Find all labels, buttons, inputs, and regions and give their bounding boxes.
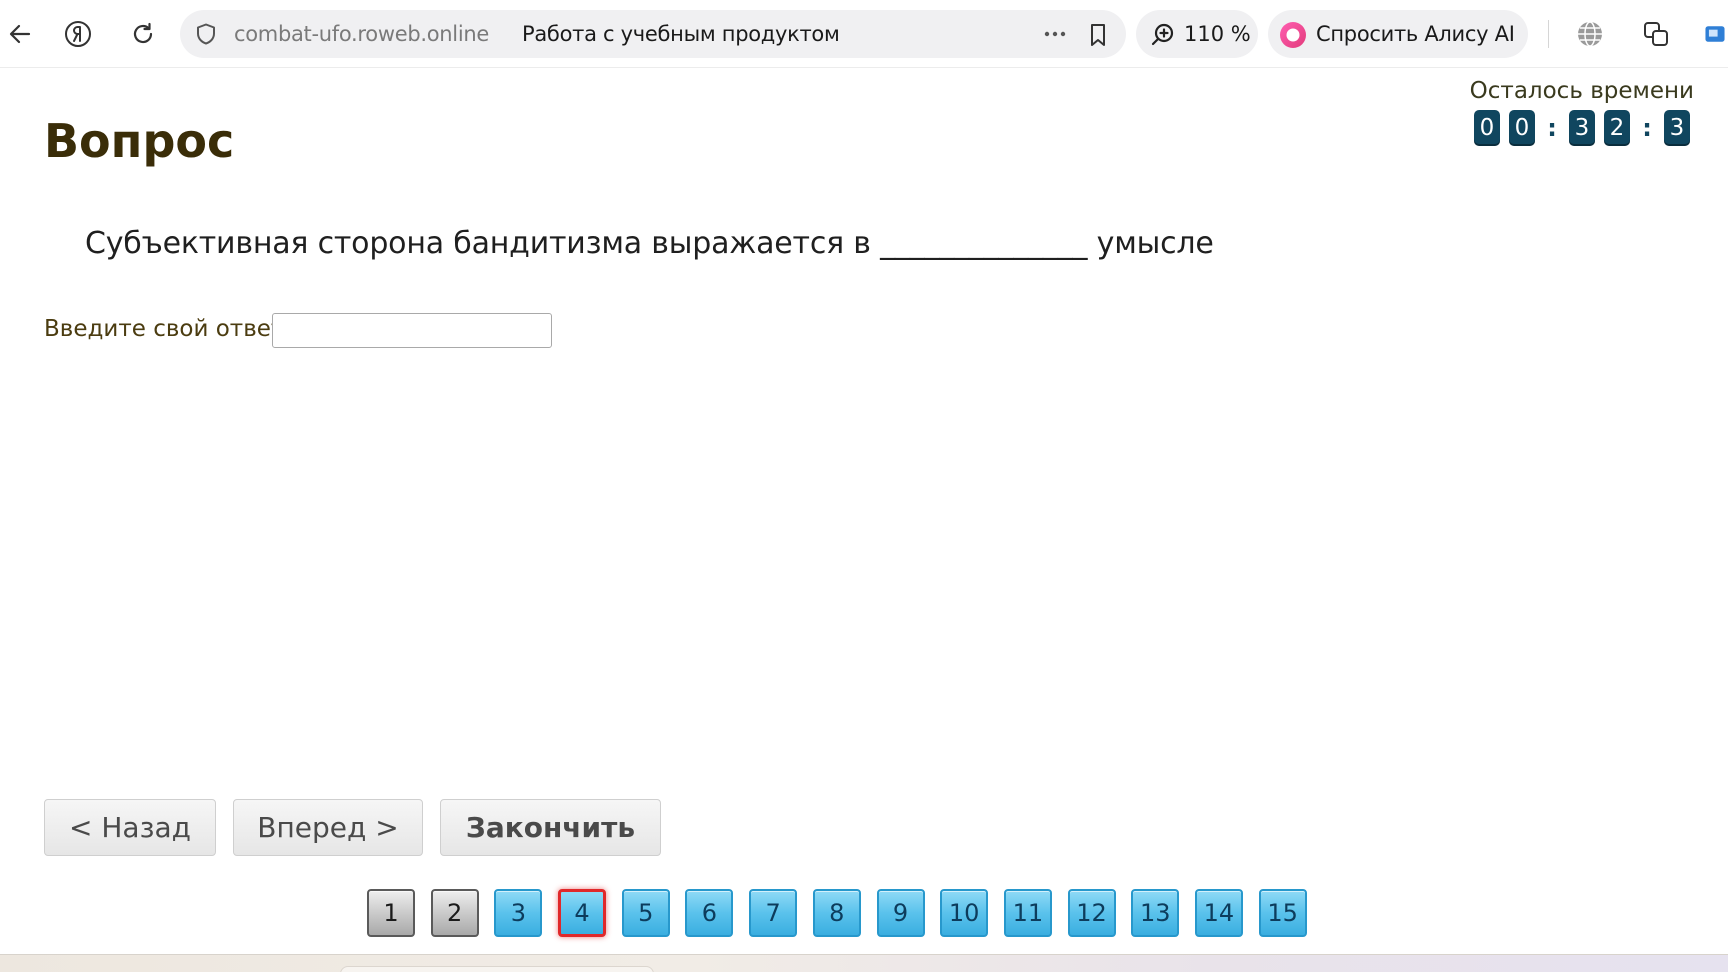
yandex-logo-icon[interactable] — [58, 14, 98, 54]
more-dots-icon[interactable] — [1042, 24, 1068, 48]
zoom-icon — [1150, 22, 1176, 52]
page-button[interactable]: 15 — [1258, 889, 1307, 937]
page-button[interactable]: 2 — [430, 889, 479, 937]
back-button[interactable]: < Назад — [44, 799, 216, 856]
page-title: Вопрос — [44, 114, 235, 168]
answer-label: Введите свой ответ — [44, 316, 285, 342]
page-button[interactable]: 10 — [940, 889, 989, 937]
timer-digit: 0 — [1474, 110, 1500, 146]
page-button[interactable]: 13 — [1131, 889, 1180, 937]
countdown-timer: 0 0 : 3 2 : 3 — [1474, 110, 1690, 146]
timer-separator: : — [1642, 114, 1652, 142]
browser-bottom-bar — [0, 954, 1728, 972]
alisa-logo-icon — [1278, 20, 1308, 54]
page-button[interactable]: 4 — [558, 889, 607, 937]
toolbar-divider — [1548, 20, 1549, 48]
bottom-tab-handle[interactable] — [340, 966, 654, 972]
question-pager: 1 2 3 4 5 6 7 8 9 10 11 12 13 14 15 — [367, 889, 1322, 937]
page-button[interactable]: 7 — [749, 889, 798, 937]
timer-digit: 2 — [1604, 110, 1630, 146]
page-button[interactable]: 3 — [494, 889, 543, 937]
finish-button[interactable]: Закончить — [440, 799, 661, 856]
page-button[interactable]: 8 — [812, 889, 861, 937]
globe-icon[interactable] — [1570, 14, 1610, 54]
page-button[interactable]: 9 — [876, 889, 925, 937]
url-domain[interactable]: combat-ufo.roweb.online — [234, 22, 489, 46]
url-page-title[interactable]: Работа с учебным продуктом — [522, 22, 840, 46]
page-button[interactable]: 1 — [367, 889, 415, 937]
page-button[interactable]: 11 — [1003, 889, 1052, 937]
page-button[interactable]: 12 — [1067, 889, 1116, 937]
forward-button[interactable]: Вперед > — [233, 799, 423, 856]
timer-label: Осталось времени — [1469, 78, 1694, 104]
ask-alisa-label: Спросить Алису AI — [1316, 22, 1515, 46]
zoom-control[interactable]: 110 % — [1136, 10, 1258, 58]
page-button[interactable]: 6 — [685, 889, 734, 937]
timer-separator: : — [1547, 114, 1557, 142]
extension-icon[interactable] — [1636, 14, 1676, 54]
timer-digit: 3 — [1664, 110, 1690, 146]
page-button[interactable]: 14 — [1194, 889, 1243, 937]
arrow-left-icon[interactable] — [0, 14, 40, 54]
timer-digit: 0 — [1509, 110, 1535, 146]
answer-input[interactable] — [272, 313, 552, 348]
profile-avatar-icon[interactable] — [1702, 14, 1728, 54]
browser-toolbar: combat-ufo.roweb.online Работа с учебным… — [0, 0, 1728, 68]
ask-alisa-button[interactable]: Спросить Алису AI — [1268, 10, 1528, 58]
shield-icon[interactable] — [194, 22, 218, 50]
reload-icon[interactable] — [123, 14, 163, 54]
bookmark-icon[interactable] — [1086, 22, 1110, 52]
question-text: Субъективная сторона бандитизма выражает… — [85, 226, 1214, 261]
page-button[interactable]: 5 — [621, 889, 670, 937]
address-bar[interactable]: combat-ufo.roweb.online Работа с учебным… — [180, 10, 1126, 58]
timer-digit: 3 — [1569, 110, 1595, 146]
zoom-level: 110 % — [1184, 22, 1251, 46]
